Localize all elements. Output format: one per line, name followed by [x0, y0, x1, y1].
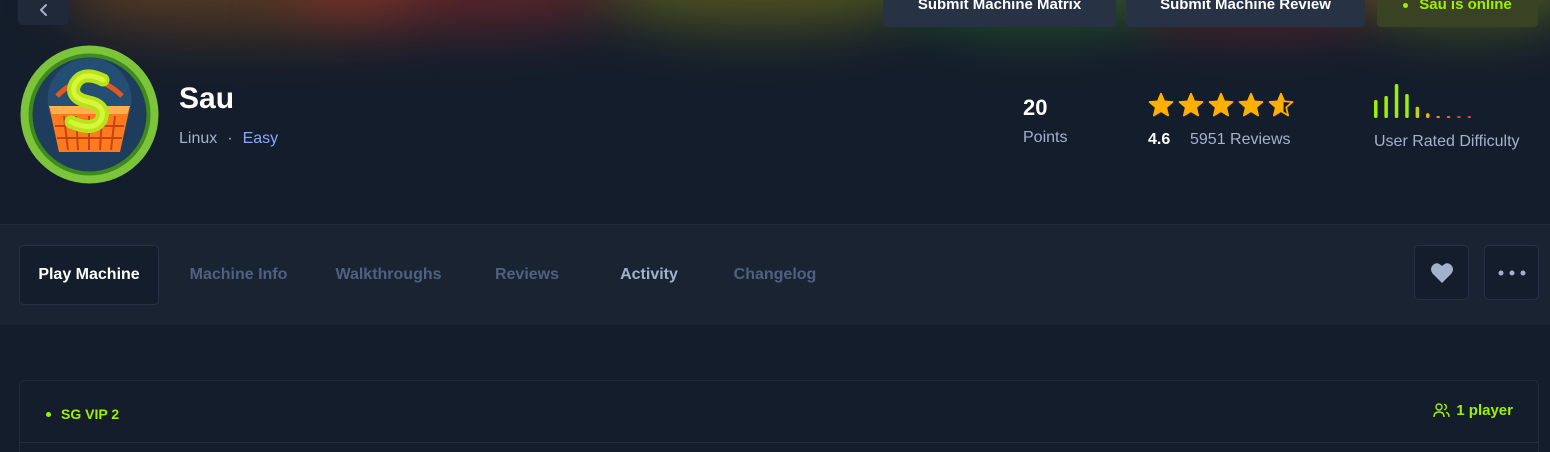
card-divider	[20, 442, 1538, 443]
machine-difficulty: Easy	[242, 130, 279, 147]
points-label: Points	[1023, 129, 1068, 146]
star-full-icon	[1238, 92, 1264, 117]
star-full-icon	[1178, 92, 1204, 117]
ellipsis-icon	[1498, 270, 1525, 275]
heart-icon	[1430, 262, 1453, 283]
server-name-label: SG VIP 2	[61, 406, 120, 422]
rating-stars	[1148, 92, 1294, 118]
online-status-label: Sau is online	[1419, 0, 1512, 13]
player-count: 1 player	[1433, 402, 1513, 419]
player-count-label: 1 player	[1456, 402, 1513, 419]
tab-changelog[interactable]: Changelog	[716, 245, 834, 305]
back-button[interactable]	[18, 0, 69, 25]
tab-bar: Play Machine Machine Info Walkthroughs R…	[0, 225, 1550, 325]
difficulty-bar	[1426, 113, 1430, 118]
difficulty-label: User Rated Difficulty	[1374, 133, 1520, 150]
star-half-icon	[1268, 92, 1294, 117]
difficulty-bar	[1394, 84, 1399, 118]
machine-logo	[20, 45, 159, 184]
points-value: 20	[1023, 95, 1048, 120]
difficulty-bar	[1405, 94, 1409, 118]
machine-os: Linux	[179, 130, 218, 147]
tab-play-machine[interactable]: Play Machine	[19, 245, 159, 305]
tab-reviews[interactable]: Reviews	[474, 245, 580, 305]
meta-separator: ·	[227, 130, 233, 147]
submit-matrix-label: Submit Machine Matrix	[917, 0, 1082, 13]
star-full-icon	[1208, 92, 1234, 117]
difficulty-bar	[1446, 116, 1451, 118]
difficulty-bar	[1457, 116, 1461, 118]
submit-review-label: Submit Machine Review	[1160, 0, 1331, 13]
submit-matrix-button[interactable]: Submit Machine Matrix	[883, 0, 1116, 27]
difficulty-bar	[1374, 100, 1378, 118]
online-status-button[interactable]: Sau is online	[1377, 0, 1538, 27]
server-card: SG VIP 2 1 player	[19, 380, 1539, 452]
online-dot-icon	[1403, 3, 1409, 8]
machine-meta: Linux · Easy	[179, 130, 278, 148]
machine-page: Submit Machine Matrix Submit Machine Rev…	[0, 0, 1550, 452]
tab-machine-info[interactable]: Machine Info	[172, 245, 305, 305]
chevron-left-icon	[39, 4, 47, 16]
users-icon	[1433, 403, 1450, 418]
difficulty-chart	[1374, 84, 1472, 118]
difficulty-bar	[1415, 106, 1420, 118]
reviews-count[interactable]: 5951 Reviews	[1190, 131, 1291, 149]
star-full-icon	[1148, 92, 1174, 117]
tab-activity[interactable]: Activity	[604, 245, 694, 305]
difficulty-bar	[1436, 116, 1440, 118]
machine-header: Submit Machine Matrix Submit Machine Rev…	[0, 0, 1550, 225]
machine-name: Sau	[179, 82, 235, 115]
difficulty-bar	[1384, 96, 1388, 118]
tab-walkthroughs[interactable]: Walkthroughs	[318, 245, 459, 305]
server-name: SG VIP 2	[46, 406, 119, 422]
submit-review-button[interactable]: Submit Machine Review	[1126, 0, 1365, 27]
rating-value: 4.6	[1148, 131, 1171, 148]
server-status-dot	[46, 411, 51, 417]
favorite-button[interactable]	[1414, 245, 1469, 300]
more-options-button[interactable]	[1484, 245, 1539, 300]
difficulty-bar	[1467, 116, 1472, 118]
